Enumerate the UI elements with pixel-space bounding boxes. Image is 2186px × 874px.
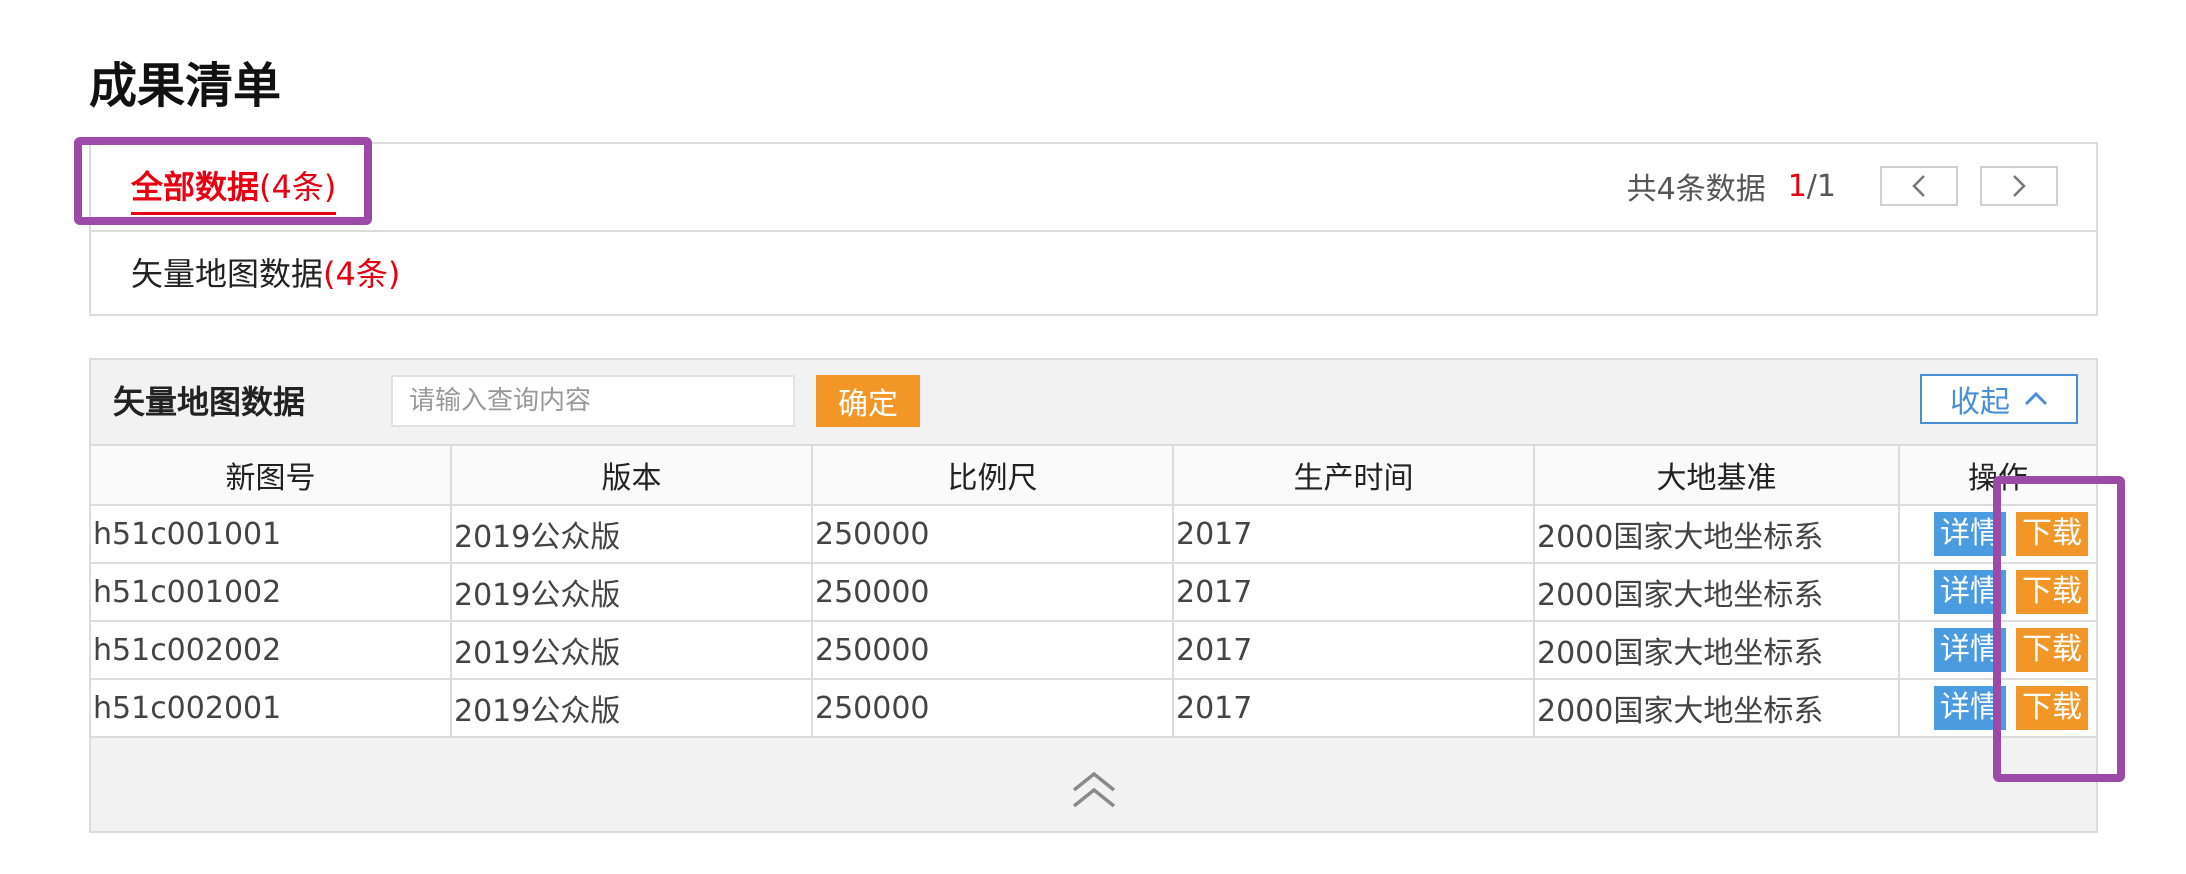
- cell-version: 2019公众版: [450, 504, 813, 564]
- next-page-button[interactable]: [1980, 166, 2058, 206]
- category-row-vector: 矢量地图数据(4条): [91, 230, 2096, 316]
- detail-button[interactable]: 详情: [1934, 628, 2006, 672]
- pager-total: 共4条数据: [1626, 172, 1766, 207]
- table-row: h51c002001 2019公众版 250000 2017 2000国家大地坐…: [91, 678, 2096, 738]
- cell-operations: 详情 下载: [1898, 504, 2096, 564]
- cell-production-time: 2017: [1172, 504, 1535, 564]
- table-row: h51c001001 2019公众版 250000 2017 2000国家大地坐…: [91, 504, 2096, 564]
- cell-map-number: h51c002001: [91, 678, 452, 738]
- header-map-number: 新图号: [91, 444, 452, 506]
- collapse-button[interactable]: 收起: [1920, 374, 2078, 424]
- detail-button[interactable]: 详情: [1934, 686, 2006, 730]
- tab-all-data-count: (4条): [259, 168, 337, 206]
- pager-current: 1: [1787, 168, 1807, 204]
- cell-map-number: h51c002002: [91, 620, 452, 680]
- cell-production-time: 2017: [1172, 562, 1535, 622]
- page-title: 成果清单: [89, 58, 282, 114]
- pager: 共4条数据 1/1: [1627, 164, 2058, 208]
- header-operations: 操作: [1898, 444, 2096, 506]
- header-scale: 比例尺: [811, 444, 1174, 506]
- cell-geodetic-datum: 2000国家大地坐标系: [1533, 620, 1900, 680]
- tab-all-data[interactable]: 全部数据(4条): [131, 164, 337, 215]
- data-panel: 矢量地图数据 确定 收起 新图号 版本 比例尺 生产时间 大地基准 操作 h51…: [89, 358, 2098, 833]
- double-chevron-up-icon: [1072, 771, 1115, 807]
- prev-page-button[interactable]: [1880, 166, 1958, 206]
- cell-scale: 250000: [811, 620, 1174, 680]
- cell-map-number: h51c001001: [91, 504, 452, 564]
- cell-geodetic-datum: 2000国家大地坐标系: [1533, 504, 1900, 564]
- chevron-right-icon: [2013, 175, 2026, 197]
- tab-vector-map-data[interactable]: 矢量地图数据(4条): [131, 250, 400, 298]
- cell-map-number: h51c001002: [91, 562, 452, 622]
- tab-vector-label: 矢量地图数据: [131, 255, 324, 293]
- download-button[interactable]: 下载: [2016, 686, 2088, 730]
- cell-version: 2019公众版: [450, 620, 813, 680]
- cell-operations: 详情 下载: [1898, 562, 2096, 622]
- results-table: 新图号 版本 比例尺 生产时间 大地基准 操作 h51c001001 2019公…: [91, 444, 2096, 738]
- header-geodetic-datum: 大地基准: [1533, 444, 1900, 506]
- tab-all-data-label: 全部数据: [131, 168, 260, 206]
- data-panel-title: 矢量地图数据: [113, 383, 306, 421]
- detail-button[interactable]: 详情: [1934, 570, 2006, 614]
- tab-vector-count: (4条): [323, 255, 401, 293]
- cell-scale: 250000: [811, 678, 1174, 738]
- pager-page: 1/1: [1788, 169, 1836, 204]
- confirm-button[interactable]: 确定: [816, 375, 920, 427]
- cell-geodetic-datum: 2000国家大地坐标系: [1533, 678, 1900, 738]
- table-row: h51c002002 2019公众版 250000 2017 2000国家大地坐…: [91, 620, 2096, 680]
- category-row-all: 全部数据(4条) 共4条数据 1/1: [91, 144, 2096, 232]
- collapse-label: 收起: [1950, 385, 2010, 420]
- cell-operations: 详情 下载: [1898, 678, 2096, 738]
- cell-scale: 250000: [811, 562, 1174, 622]
- table-row: h51c001002 2019公众版 250000 2017 2000国家大地坐…: [91, 562, 2096, 622]
- header-production-time: 生产时间: [1172, 444, 1535, 506]
- header-version: 版本: [450, 444, 813, 506]
- pager-total-pages: /1: [1806, 168, 1836, 204]
- download-button[interactable]: 下载: [2016, 512, 2088, 556]
- chevron-up-icon: [2024, 391, 2048, 406]
- data-panel-header: 矢量地图数据 确定 收起: [91, 360, 2096, 446]
- download-button[interactable]: 下载: [2016, 628, 2088, 672]
- cell-version: 2019公众版: [450, 562, 813, 622]
- cell-production-time: 2017: [1172, 678, 1535, 738]
- download-button[interactable]: 下载: [2016, 570, 2088, 614]
- category-panel: 全部数据(4条) 共4条数据 1/1 矢量地图数据(4条): [89, 142, 2098, 316]
- table-header-row: 新图号 版本 比例尺 生产时间 大地基准 操作: [91, 444, 2096, 506]
- chevron-left-icon: [1912, 175, 1925, 197]
- fold-up-bar[interactable]: [91, 750, 2096, 831]
- cell-geodetic-datum: 2000国家大地坐标系: [1533, 562, 1900, 622]
- search-input[interactable]: [391, 375, 795, 427]
- cell-production-time: 2017: [1172, 620, 1535, 680]
- cell-scale: 250000: [811, 504, 1174, 564]
- cell-version: 2019公众版: [450, 678, 813, 738]
- detail-button[interactable]: 详情: [1934, 512, 2006, 556]
- cell-operations: 详情 下载: [1898, 620, 2096, 680]
